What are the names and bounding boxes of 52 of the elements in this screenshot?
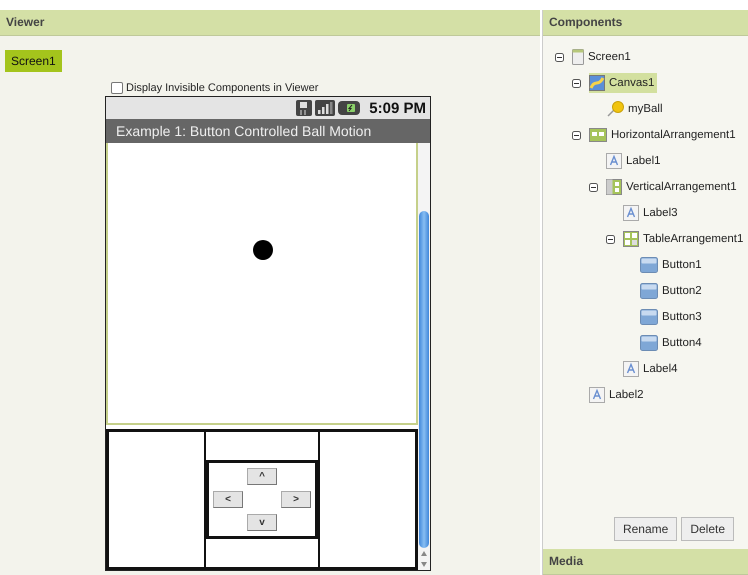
label-icon bbox=[623, 361, 639, 377]
ball-sprite-icon bbox=[606, 101, 624, 117]
arrow-button[interactable]: ^ bbox=[247, 468, 277, 485]
canvas-icon bbox=[589, 75, 605, 91]
battery-icon bbox=[338, 101, 360, 115]
signal-icon bbox=[315, 100, 336, 116]
arrow-button[interactable]: < bbox=[213, 491, 243, 508]
collapse-toggle-icon[interactable] bbox=[572, 130, 581, 140]
phone-icon bbox=[572, 49, 584, 65]
arrow-button[interactable]: > bbox=[281, 491, 311, 508]
tree-item[interactable]: myBall bbox=[606, 99, 666, 119]
tree-item[interactable]: Label2 bbox=[589, 385, 647, 405]
action-button[interactable]: Delete bbox=[681, 517, 734, 541]
table-arrangement-icon bbox=[623, 231, 639, 247]
tree-item[interactable]: TableArrangement1 bbox=[623, 229, 746, 249]
horizontal-arrangement-icon bbox=[589, 128, 607, 142]
collapse-toggle-icon[interactable] bbox=[606, 234, 615, 244]
tree-item[interactable]: Canvas1 bbox=[589, 73, 658, 93]
app-title-bar: Example 1: Button Controlled Ball Motion bbox=[106, 119, 430, 143]
arrow-button[interactable]: v bbox=[247, 514, 277, 531]
checkbox-label: Display Invisible Components in Viewer bbox=[126, 82, 318, 94]
screen-tab[interactable]: Screen1 bbox=[5, 50, 62, 72]
tree-item[interactable]: HorizontalArrangement1 bbox=[589, 126, 739, 144]
collapse-toggle-icon[interactable] bbox=[572, 78, 581, 88]
clock-time: 5:09 PM bbox=[369, 100, 426, 116]
tree-item[interactable]: Button3 bbox=[640, 307, 705, 327]
panel-header: Viewer bbox=[0, 10, 540, 36]
panel-header: Media bbox=[543, 549, 748, 575]
label-icon bbox=[623, 205, 639, 221]
scrollbar[interactable] bbox=[418, 143, 430, 570]
label-icon bbox=[589, 387, 605, 403]
action-button[interactable]: Rename bbox=[614, 517, 678, 541]
tree-item[interactable]: Label4 bbox=[623, 359, 681, 379]
ball-sprite bbox=[253, 240, 273, 260]
collapse-toggle-icon[interactable] bbox=[555, 52, 564, 62]
button-component-icon bbox=[640, 283, 658, 299]
panel-header: Components bbox=[543, 10, 748, 36]
network-icon bbox=[296, 100, 312, 116]
tree-item[interactable]: Label1 bbox=[606, 151, 664, 171]
collapse-toggle-icon[interactable] bbox=[589, 182, 598, 192]
button-component-icon bbox=[640, 309, 658, 325]
vertical-arrangement-icon bbox=[606, 179, 622, 195]
tree-item[interactable]: Button1 bbox=[640, 255, 705, 275]
button-component-icon bbox=[640, 335, 658, 351]
checkbox[interactable] bbox=[111, 82, 123, 94]
button-component-icon bbox=[640, 257, 658, 273]
tree-item[interactable]: Button4 bbox=[640, 333, 705, 353]
tree-item[interactable]: Screen1 bbox=[572, 47, 634, 67]
tree-item[interactable]: VerticalArrangement1 bbox=[606, 177, 740, 197]
label-icon bbox=[606, 153, 622, 169]
tree-item[interactable]: Button2 bbox=[640, 281, 705, 301]
tree-item[interactable]: Label3 bbox=[623, 203, 681, 223]
